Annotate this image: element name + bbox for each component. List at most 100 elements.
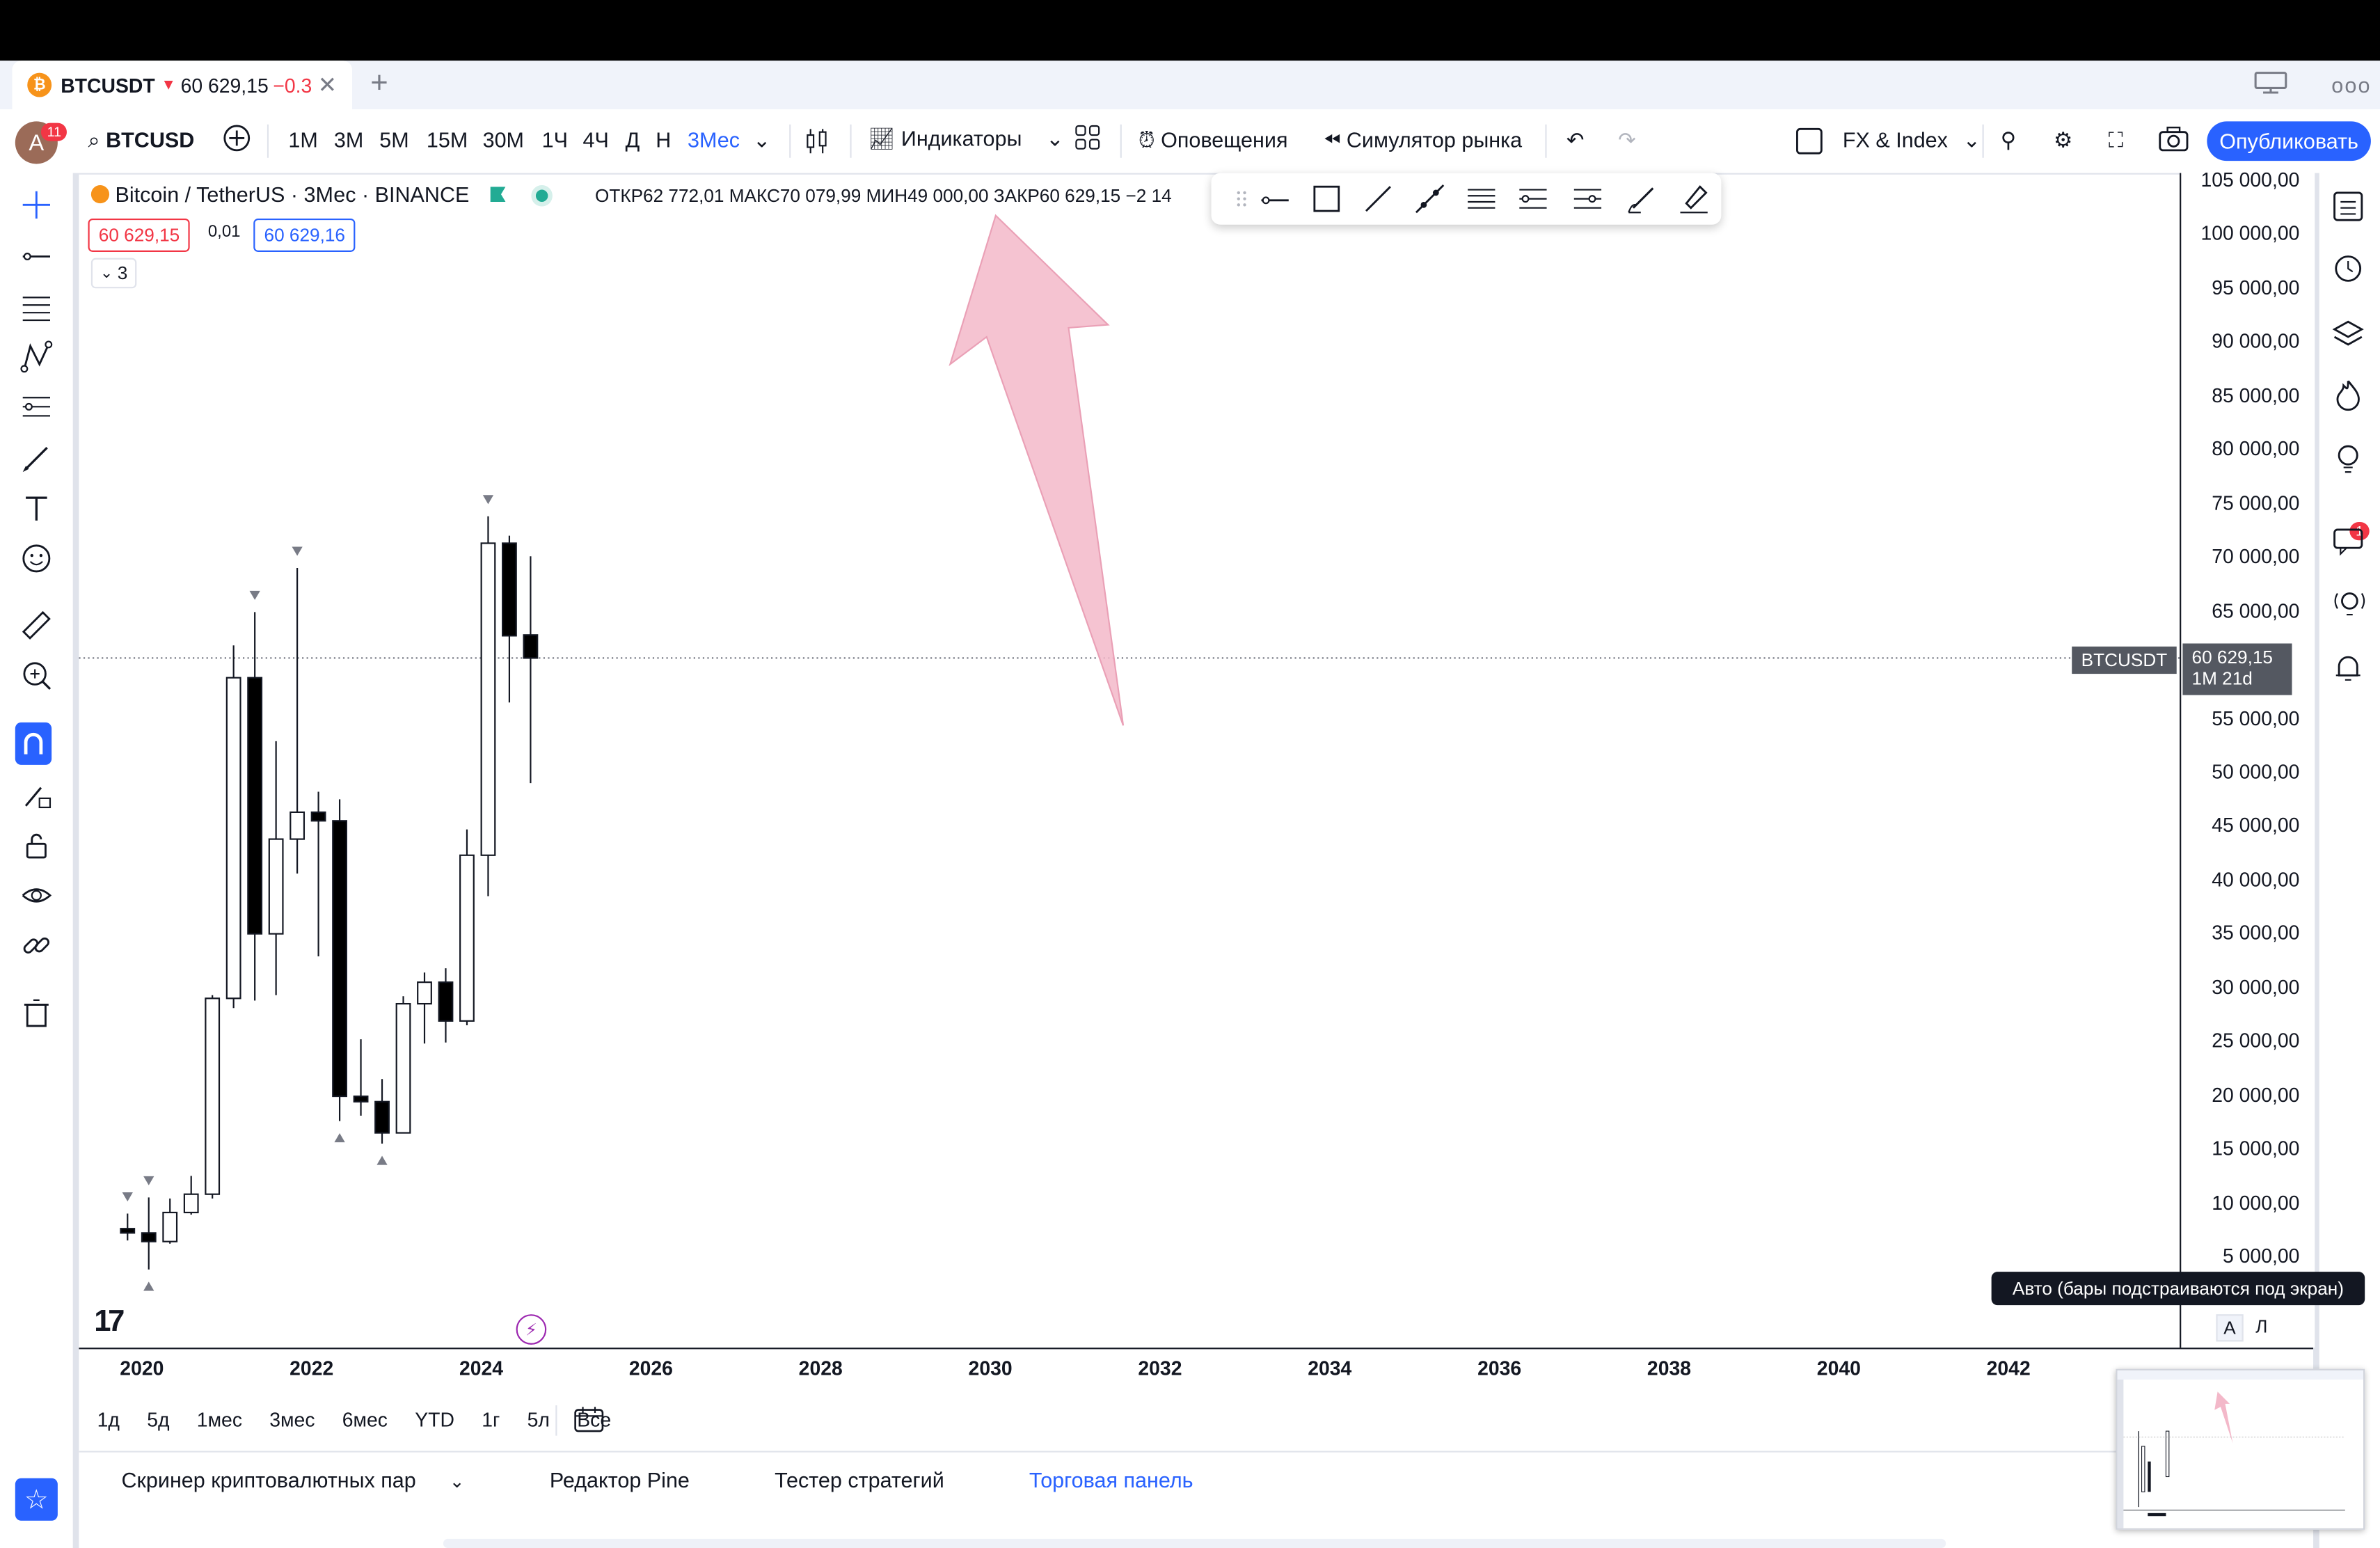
text-icon[interactable] — [18, 490, 54, 526]
layout-checkbox-icon[interactable] — [1794, 126, 1825, 161]
line-icon[interactable] — [1257, 180, 1293, 216]
candle[interactable] — [353, 1039, 369, 1116]
candle[interactable] — [141, 1197, 157, 1270]
interval-dropdown-chevron-icon[interactable]: ⌄ — [753, 127, 771, 153]
eye-icon[interactable] — [18, 877, 54, 913]
ray-icon[interactable] — [1360, 180, 1396, 216]
candle[interactable] — [120, 1213, 136, 1241]
emoji-icon[interactable] — [18, 540, 54, 576]
compare-icon[interactable] — [221, 123, 252, 158]
interval-1[interactable]: 1М — [288, 127, 317, 152]
interval-10[interactable]: 3Мес — [688, 127, 740, 152]
extended-line-icon[interactable] — [1411, 180, 1447, 216]
range-button[interactable]: 6мес — [342, 1407, 388, 1430]
publish-button[interactable]: Опубликовать — [2207, 121, 2371, 161]
fib-icon[interactable] — [18, 288, 54, 324]
star-icon[interactable]: ☆ — [15, 1478, 58, 1521]
candle[interactable] — [310, 791, 326, 957]
flag-icon[interactable] — [490, 187, 506, 202]
goto-date-icon[interactable] — [573, 1405, 604, 1440]
interval-5[interactable]: 30М — [483, 127, 524, 152]
interval-4[interactable]: 15М — [427, 127, 468, 152]
hotlist-icon[interactable] — [2330, 377, 2366, 413]
range-button[interactable]: 1г — [482, 1407, 500, 1430]
watchlist-icon[interactable] — [2330, 188, 2366, 224]
events-lightning-icon[interactable]: ⚡︎ — [516, 1314, 547, 1345]
bottom-tab[interactable]: Торговая панель — [1008, 1467, 1214, 1492]
settings-gear-icon[interactable]: ⚙︎ — [2054, 127, 2072, 153]
candle[interactable] — [247, 612, 263, 1001]
bottom-tab[interactable]: Тестер стратегий — [754, 1467, 966, 1492]
range-button[interactable]: 1мес — [197, 1407, 242, 1430]
symbol-search[interactable]: ⌕ BTCUSD — [88, 127, 195, 153]
alerts-button[interactable]: ⏰︎ Оповещения — [1139, 127, 1288, 153]
new-tab-icon[interactable]: + — [370, 67, 388, 102]
buy-price[interactable]: 60 629,16 — [253, 218, 356, 252]
range-button[interactable]: YTD — [415, 1407, 454, 1430]
indicators-collapse-button[interactable]: ⌄ 3 — [90, 258, 137, 289]
pitchfork-icon[interactable] — [1569, 180, 1605, 216]
quick-search-icon[interactable]: ⚲ — [2001, 127, 2016, 153]
candle[interactable] — [268, 741, 284, 995]
sell-price[interactable]: 60 629,15 — [88, 218, 191, 252]
pattern-icon[interactable] — [18, 338, 54, 374]
interval-3[interactable]: 5М — [379, 127, 408, 152]
trash-icon[interactable] — [18, 994, 54, 1030]
close-tab-icon[interactable]: ✕ — [318, 71, 337, 99]
candle[interactable] — [374, 1079, 390, 1144]
camera-icon[interactable] — [2159, 126, 2189, 158]
streams-icon[interactable] — [2330, 586, 2366, 622]
drag-handle-icon[interactable] — [1223, 180, 1260, 216]
alerts-clock-icon[interactable] — [2330, 249, 2366, 285]
interval-2[interactable]: 3М — [334, 127, 363, 152]
range-button[interactable]: 5л — [527, 1407, 550, 1430]
bottom-tab[interactable]: Редактор Pine — [528, 1467, 711, 1492]
desktop-icon[interactable] — [2253, 70, 2289, 94]
forecast-icon[interactable] — [18, 388, 54, 425]
notifications-icon[interactable] — [2330, 649, 2366, 686]
undo-icon[interactable]: ↶ — [1566, 127, 1585, 153]
range-button[interactable]: 3мес — [269, 1407, 315, 1430]
price-axis[interactable]: 105 000,00 100 000,00 95 000,00 90 000,00 85… — [2180, 168, 2315, 1348]
range-button[interactable]: 5д — [147, 1407, 169, 1430]
browser-tab[interactable]: ₿ BTCUSDT ▼ 60 629,15 −0.3 ✕ — [12, 61, 353, 109]
candle[interactable] — [332, 799, 347, 1121]
rectangle-icon[interactable] — [1308, 180, 1344, 216]
candle[interactable] — [183, 1176, 199, 1215]
auto-scale-button[interactable]: А — [2216, 1314, 2244, 1342]
interval-9[interactable]: Н — [656, 127, 671, 152]
candle[interactable] — [480, 516, 496, 897]
screenshot-thumbnail[interactable] — [2116, 1368, 2365, 1530]
candle[interactable] — [438, 968, 454, 1043]
tradingview-logo-icon[interactable]: 17 — [94, 1305, 125, 1340]
trend-line-icon[interactable] — [18, 238, 54, 274]
candle[interactable] — [459, 829, 475, 1025]
candle[interactable] — [162, 1198, 178, 1244]
candle[interactable] — [225, 645, 241, 1009]
candles-style-icon[interactable] — [804, 126, 829, 161]
zoom-icon[interactable] — [18, 657, 54, 693]
more-icon[interactable]: ooo — [2331, 73, 2371, 97]
templates-grid-icon[interactable] — [1074, 125, 1102, 157]
candle[interactable] — [523, 556, 539, 784]
ideas-icon[interactable] — [2330, 440, 2366, 476]
fib-channel-icon[interactable] — [1515, 180, 1551, 216]
range-button[interactable]: 1д — [97, 1407, 120, 1430]
lock-icon[interactable] — [18, 827, 54, 863]
ruler-icon[interactable] — [18, 607, 54, 643]
brush-icon[interactable] — [18, 440, 54, 476]
bottom-tab[interactable]: Скринер криптовалютных пар ⌄ — [100, 1467, 486, 1492]
layers-icon[interactable] — [2330, 316, 2366, 352]
replay-button[interactable]: ⏪︎ Симулятор рынка — [1324, 127, 1522, 153]
crosshair-icon[interactable] — [18, 187, 54, 223]
interval-7[interactable]: 4Ч — [583, 127, 609, 152]
indicators-button[interactable]: 📈︎ Индикаторы ⌄ — [868, 126, 1064, 152]
candle[interactable] — [502, 535, 517, 703]
candle[interactable] — [289, 567, 306, 874]
candle[interactable] — [205, 995, 221, 1199]
parallel-channel-icon[interactable] — [1463, 180, 1500, 216]
chat-icon[interactable] — [2330, 522, 2366, 558]
interval-6[interactable]: 1Ч — [542, 127, 568, 152]
magnet-icon[interactable] — [15, 722, 52, 765]
lock-draw-icon[interactable] — [18, 777, 54, 813]
